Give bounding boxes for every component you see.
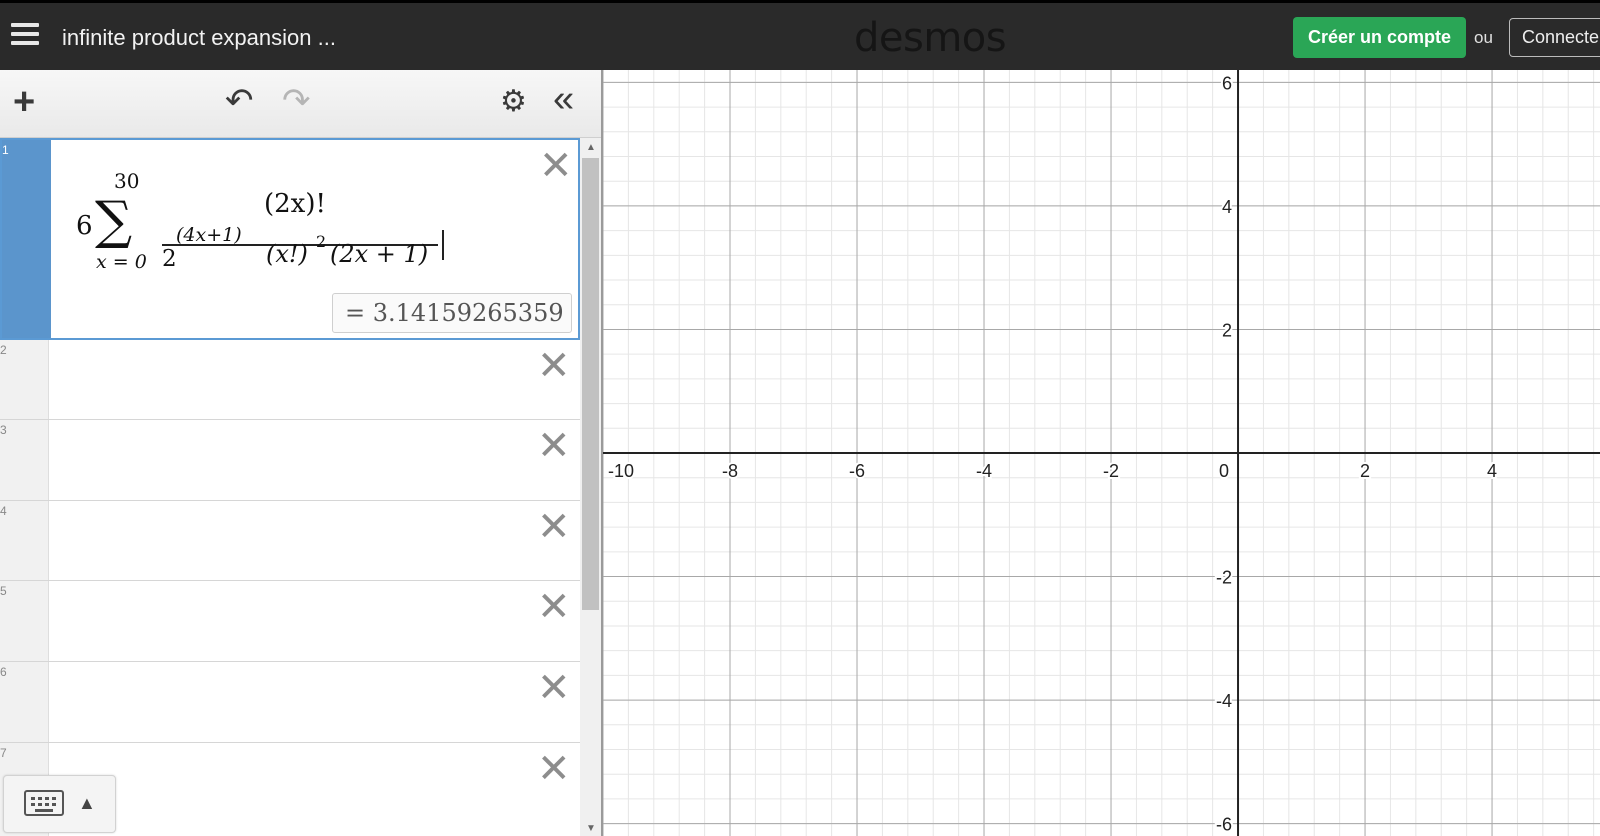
expression-number: 6 xyxy=(0,665,7,679)
x-tick-label: -6 xyxy=(849,461,865,481)
expression-gutter xyxy=(0,662,49,742)
delete-expression-icon[interactable]: ✕ xyxy=(537,587,571,627)
delete-expression-icon[interactable]: ✕ xyxy=(539,146,573,186)
sum-upper-bound: 30 xyxy=(114,169,140,193)
redo-icon[interactable]: ↷ xyxy=(282,84,311,118)
plus-icon[interactable]: + xyxy=(13,83,35,121)
top-bar: infinite product expansion ... desmos Cr… xyxy=(0,0,1600,70)
expression-gutter xyxy=(0,581,49,661)
expression-row[interactable]: 5 ✕ xyxy=(0,581,580,662)
sum-lower-bound: x = 0 xyxy=(96,251,147,273)
or-label: ou xyxy=(1474,28,1493,47)
graph-title[interactable]: infinite product expansion ... xyxy=(62,25,336,51)
expression-toolbar: + ↶ ↷ ⚙ « xyxy=(0,70,601,138)
expression-number: 7 xyxy=(0,746,7,760)
scroll-down-icon[interactable]: ▼ xyxy=(586,823,596,834)
y-tick-label: 6 xyxy=(1222,73,1232,93)
delete-expression-icon[interactable]: ✕ xyxy=(537,346,571,386)
expression-gutter xyxy=(0,340,49,419)
text-caret xyxy=(442,230,444,260)
expression-row[interactable]: 1 ✕ 6 30 ∑ x = 0 (2x)! 2 (4x+1) (x!) 2 (… xyxy=(0,138,580,340)
delete-expression-icon[interactable]: ✕ xyxy=(537,668,571,708)
double-chevron-left-icon[interactable]: « xyxy=(553,80,574,118)
y-tick-label: 2 xyxy=(1222,320,1232,340)
expression-number: 5 xyxy=(0,584,7,598)
keypad-arrow-icon: ▲ xyxy=(78,793,96,813)
delete-expression-icon[interactable]: ✕ xyxy=(537,426,571,466)
x-tick-label: 0 xyxy=(1219,461,1229,481)
expression-gutter xyxy=(0,420,49,500)
delete-expression-icon[interactable]: ✕ xyxy=(537,749,571,789)
x-tick-label: -2 xyxy=(1103,461,1119,481)
expression-panel: + ↶ ↷ ⚙ « 1 ✕ 6 30 ∑ x = 0 (2x)! 2 (4x+1… xyxy=(0,70,603,836)
delete-expression-icon[interactable]: ✕ xyxy=(537,507,571,547)
expression-row[interactable]: 3 ✕ xyxy=(0,420,580,501)
gear-icon[interactable]: ⚙ xyxy=(500,87,527,117)
denominator-base: 2 xyxy=(162,246,177,272)
expression-row[interactable]: 6 ✕ xyxy=(0,662,580,743)
denominator-exponent: (4x+1) xyxy=(176,224,242,246)
expression-number: 1 xyxy=(2,143,9,157)
y-tick-label: -4 xyxy=(1216,691,1232,711)
expression-number: 3 xyxy=(0,423,7,437)
x-tick-label: 2 xyxy=(1360,461,1370,481)
scrollbar-thumb[interactable] xyxy=(582,158,599,610)
expression-number: 2 xyxy=(0,343,7,357)
expression-row[interactable]: 4 ✕ xyxy=(0,501,580,581)
graph-paper[interactable]: -10 -8 -6 -4 -2 0 2 4 6 4 2 -2 -4 -6 xyxy=(603,70,1600,836)
expression-gutter xyxy=(2,140,51,338)
math-formula[interactable]: 6 30 ∑ x = 0 (2x)! 2 (4x+1) (x!) 2 (2x +… xyxy=(74,162,474,272)
numerator: (2x)! xyxy=(264,189,326,219)
denominator-tail: (2x + 1) xyxy=(330,240,429,268)
x-tick-label: -10 xyxy=(608,461,634,481)
sum-symbol: ∑ xyxy=(95,191,133,251)
evaluation-result: = 3.14159265359 xyxy=(332,293,572,333)
denominator-factorial-exponent: 2 xyxy=(316,232,327,251)
keypad-toggle-button[interactable]: ▲ xyxy=(3,775,116,833)
menu-icon[interactable] xyxy=(11,23,41,49)
app-root: infinite product expansion ... desmos Cr… xyxy=(0,0,1600,836)
expression-row[interactable]: 2 ✕ xyxy=(0,340,580,420)
expression-number: 4 xyxy=(0,504,7,518)
y-tick-label: -6 xyxy=(1216,815,1232,835)
coefficient: 6 xyxy=(76,211,93,241)
denominator-factorial: (x!) xyxy=(266,240,308,268)
graph-canvas[interactable]: -10 -8 -6 -4 -2 0 2 4 6 4 2 -2 -4 -6 xyxy=(603,70,1600,836)
x-tick-label: -8 xyxy=(722,461,738,481)
desmos-logo: desmos xyxy=(854,15,1007,61)
undo-icon[interactable]: ↶ xyxy=(225,84,254,118)
y-tick-label: 4 xyxy=(1222,197,1232,217)
expression-scrollbar[interactable]: ▲ ▼ xyxy=(580,138,601,836)
scroll-up-icon[interactable]: ▲ xyxy=(586,142,596,153)
expression-gutter xyxy=(0,501,49,580)
y-tick-label: -2 xyxy=(1216,568,1232,588)
x-tick-label: -4 xyxy=(976,461,992,481)
x-tick-label: 4 xyxy=(1487,461,1497,481)
login-button[interactable]: Connecter xyxy=(1509,18,1600,57)
create-account-button[interactable]: Créer un compte xyxy=(1293,17,1467,58)
expression-list: 1 ✕ 6 30 ∑ x = 0 (2x)! 2 (4x+1) (x!) 2 (… xyxy=(0,138,580,836)
keyboard-icon xyxy=(24,790,64,816)
